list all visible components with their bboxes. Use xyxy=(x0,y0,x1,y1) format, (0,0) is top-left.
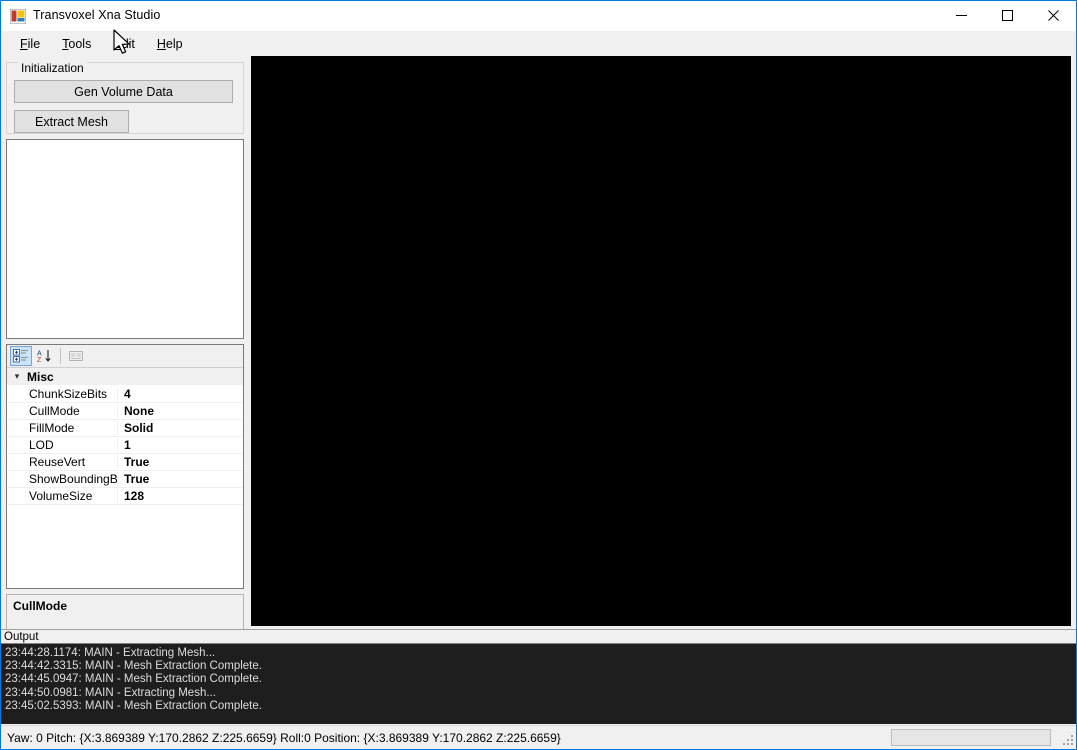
property-value[interactable]: 4 xyxy=(117,387,243,401)
gen-volume-data-button[interactable]: Gen Volume Data xyxy=(14,80,233,103)
output-log[interactable]: 23:44:28.1174: MAIN - Extracting Mesh...… xyxy=(1,644,1077,724)
menu-item-file[interactable]: File xyxy=(9,33,51,56)
property-value[interactable]: 128 xyxy=(117,489,243,503)
menu-item-help[interactable]: Help xyxy=(146,33,194,56)
voxel-mesh-canvas[interactable] xyxy=(251,56,1071,626)
app-window-icon xyxy=(10,9,26,24)
initialization-groupbox: Initialization Gen Volume Data Extract M… xyxy=(6,62,244,134)
close-button[interactable] xyxy=(1030,1,1076,30)
application-window: Transvoxel Xna Studio File Tools Edit He… xyxy=(0,0,1077,750)
property-value[interactable]: True xyxy=(117,472,243,486)
svg-text:Z: Z xyxy=(37,357,42,363)
left-control-panel: Initialization Gen Volume Data Extract M… xyxy=(1,57,251,627)
menu-item-edit-rest: dit xyxy=(122,37,135,51)
volume-list-box[interactable] xyxy=(6,139,244,339)
property-row[interactable]: ReuseVertTrue xyxy=(7,454,243,471)
menu-item-edit[interactable]: Edit xyxy=(102,33,146,56)
property-value[interactable]: 1 xyxy=(117,438,243,452)
property-name: LOD xyxy=(7,438,117,452)
property-name: CullMode xyxy=(7,404,117,418)
menu-item-help-rest: elp xyxy=(166,37,183,51)
window-title: Transvoxel Xna Studio xyxy=(33,8,160,22)
property-row[interactable]: FillModeSolid xyxy=(7,420,243,437)
menu-item-file-rest: ile xyxy=(28,37,41,51)
3d-render-viewport[interactable] xyxy=(251,56,1071,626)
property-category-row[interactable]: ▾ Misc xyxy=(7,368,243,386)
output-panel: Output 23:44:28.1174: MAIN - Extracting … xyxy=(1,629,1077,725)
property-category-label: Misc xyxy=(27,370,54,384)
property-value[interactable]: None xyxy=(117,404,243,418)
status-progress-bar xyxy=(891,729,1051,746)
property-row[interactable]: ShowBoundingBo:True xyxy=(7,471,243,488)
initialization-group-label: Initialization xyxy=(18,62,87,74)
output-panel-header: Output xyxy=(1,629,1077,644)
property-name: ReuseVert xyxy=(7,455,117,469)
property-name: ShowBoundingBo: xyxy=(7,472,117,486)
property-grid-rows: ▾ Misc ChunkSizeBits4CullModeNoneFillMod… xyxy=(7,368,243,505)
resize-grip[interactable] xyxy=(1061,733,1075,747)
extract-mesh-button[interactable]: Extract Mesh xyxy=(14,110,129,133)
output-log-line: 23:44:45.0947: MAIN - Mesh Extraction Co… xyxy=(5,673,1074,686)
property-grid-toolbar: A Z xyxy=(7,345,243,368)
title-bar: Transvoxel Xna Studio xyxy=(1,1,1076,31)
window-controls xyxy=(938,1,1076,30)
status-bar: Yaw: 0 Pitch: {X:3.869389 Y:170.2862 Z:2… xyxy=(1,725,1077,749)
camera-status-text: Yaw: 0 Pitch: {X:3.869389 Y:170.2862 Z:2… xyxy=(7,731,561,745)
property-name: FillMode xyxy=(7,421,117,435)
property-grid: A Z ▾ Misc xyxy=(6,344,244,589)
menu-bar: File Tools Edit Help xyxy=(1,31,1076,57)
output-log-line: 23:44:28.1174: MAIN - Extracting Mesh... xyxy=(5,647,1074,660)
property-row[interactable]: LOD1 xyxy=(7,437,243,454)
property-description-title: CullMode xyxy=(13,599,237,613)
output-log-line: 23:45:02.5393: MAIN - Mesh Extraction Co… xyxy=(5,700,1074,713)
toolbar-separator xyxy=(60,348,61,364)
property-row[interactable]: ChunkSizeBits4 xyxy=(7,386,243,403)
categorized-view-button[interactable] xyxy=(10,346,32,366)
menu-item-tools[interactable]: Tools xyxy=(51,33,102,56)
menu-item-tools-rest: ools xyxy=(68,37,91,51)
chevron-down-icon[interactable]: ▾ xyxy=(7,371,27,382)
property-name: ChunkSizeBits xyxy=(7,387,117,401)
output-log-line: 23:44:42.3315: MAIN - Mesh Extraction Co… xyxy=(5,660,1074,673)
maximize-button[interactable] xyxy=(984,1,1030,30)
property-row[interactable]: CullModeNone xyxy=(7,403,243,420)
property-value[interactable]: True xyxy=(117,455,243,469)
property-value[interactable]: Solid xyxy=(117,421,243,435)
alphabetical-view-button[interactable]: A Z xyxy=(34,346,56,366)
output-log-line: 23:44:50.0981: MAIN - Extracting Mesh... xyxy=(5,687,1074,700)
minimize-button[interactable] xyxy=(938,1,984,30)
property-name: VolumeSize xyxy=(7,489,117,503)
property-row[interactable]: VolumeSize128 xyxy=(7,488,243,505)
property-pages-button[interactable] xyxy=(65,346,87,366)
